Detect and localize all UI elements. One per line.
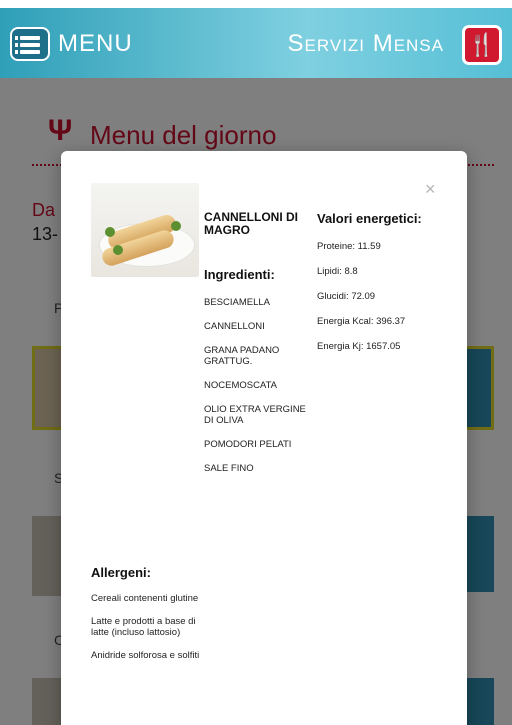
- close-icon[interactable]: ×: [425, 179, 436, 200]
- allergens-title: Allergeni:: [91, 565, 151, 580]
- ingredients-list: BESCIAMELLA CANNELLONI GRANA PADANO GRAT…: [204, 297, 314, 487]
- energy-value-item: Energia Kj: 1657.05: [317, 341, 401, 352]
- ingredients-title: Ingredienti:: [204, 267, 275, 282]
- ingredient-item: GRANA PADANO GRATTUG.: [204, 345, 280, 367]
- ingredient-item: OLIO EXTRA VERGINE DI OLIVA: [204, 404, 306, 426]
- energy-value-item: Glucidi: 72.09: [317, 291, 376, 302]
- hamburger-menu-icon[interactable]: [10, 27, 50, 61]
- app-header: MENU Servizi Mensa 🍴: [0, 8, 512, 78]
- allergen-item: Anidride solforosa e solfiti: [91, 650, 200, 661]
- ingredient-item: NOCEMOSCATA: [204, 380, 278, 391]
- energy-values-title: Valori energetici:: [317, 211, 422, 226]
- dish-name: CANNELLONI DI MAGRO: [204, 210, 298, 237]
- allergen-item: Cereali contenenti glutine: [91, 593, 199, 604]
- service-title: Servizi Mensa: [287, 30, 444, 57]
- allergen-item: Latte e prodotti a base di latte (inclus…: [91, 616, 196, 638]
- dish-photo: [91, 183, 199, 277]
- ingredient-item: CANNELLONI: [204, 321, 265, 332]
- energy-values-list: Proteine: 11.59 Lipidi: 8.8 Glucidi: 72.…: [317, 241, 437, 366]
- energy-value-item: Proteine: 11.59: [317, 241, 381, 252]
- ingredient-item: POMODORI PELATI: [204, 439, 292, 450]
- ingredient-item: SALE FINO: [204, 463, 254, 474]
- energy-value-item: Energia Kcal: 396.37: [317, 316, 406, 327]
- fork-knife-icon[interactable]: 🍴: [462, 25, 502, 65]
- menu-label[interactable]: MENU: [58, 30, 133, 58]
- allergens-list: Cereali contenenti glutine Latte e prodo…: [91, 593, 201, 673]
- ingredient-item: BESCIAMELLA: [204, 297, 270, 308]
- energy-value-item: Lipidi: 8.8: [317, 266, 358, 277]
- dish-detail-modal: × CANNELLONI DI MAGRO Ingredienti: BESCI…: [61, 151, 467, 725]
